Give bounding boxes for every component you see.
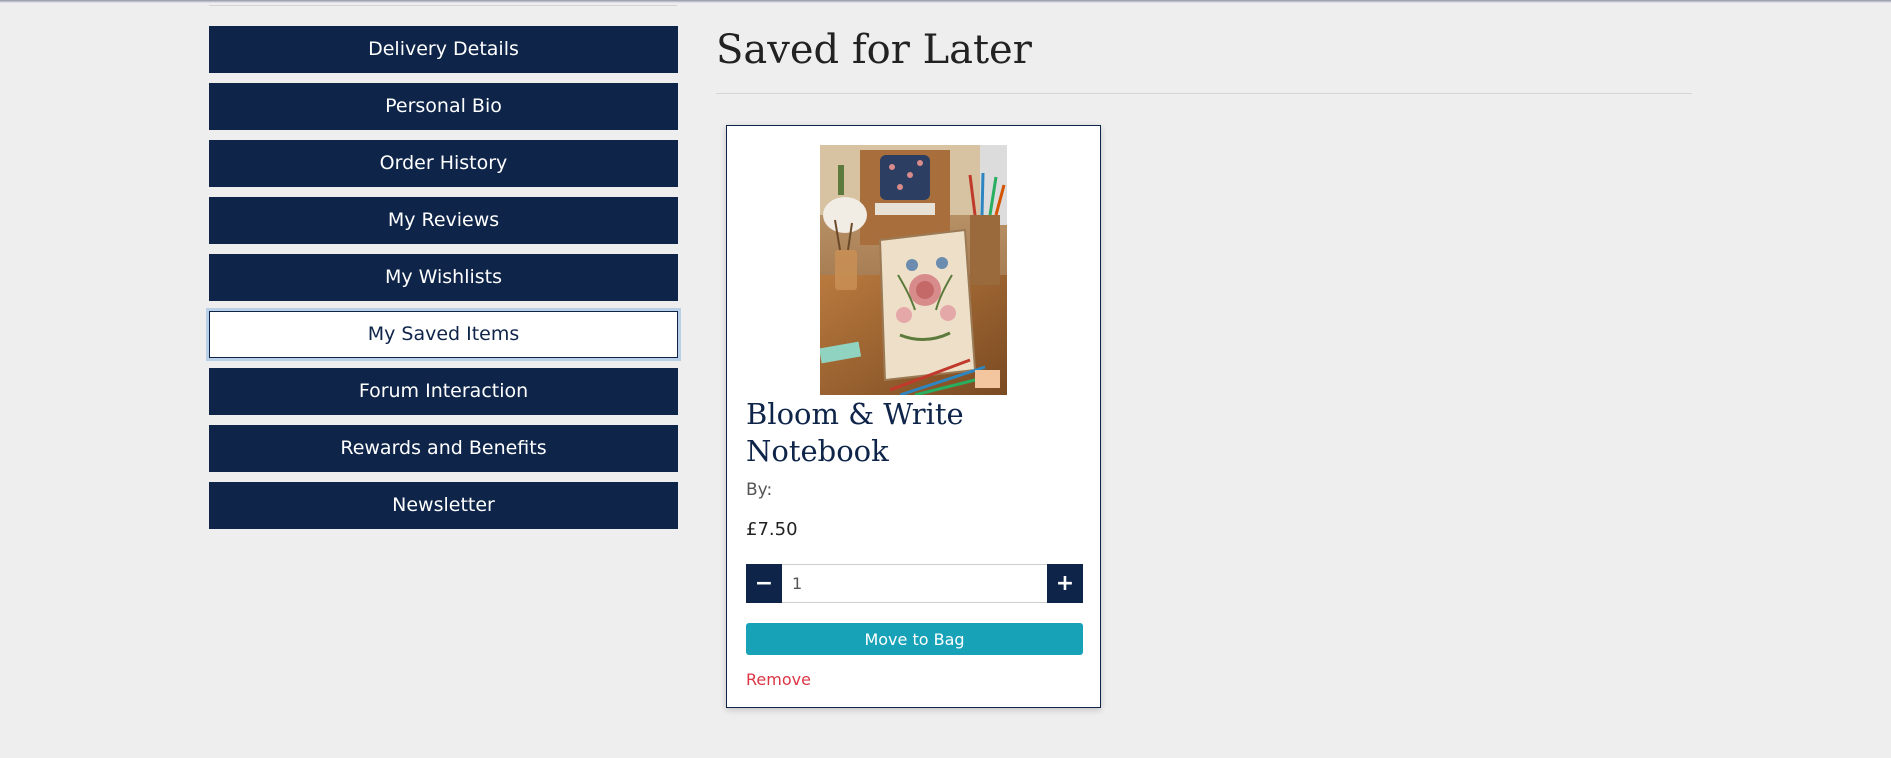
saved-item-card: Bloom & Write Notebook By: £7.50 − + Mov…	[726, 125, 1101, 708]
quantity-stepper: − +	[746, 564, 1083, 603]
minus-icon: −	[754, 571, 774, 596]
remove-link[interactable]: Remove	[746, 670, 811, 689]
top-divider	[209, 5, 677, 6]
decrement-button[interactable]: −	[746, 564, 782, 603]
sidebar-item-delivery-details[interactable]: Delivery Details	[209, 26, 678, 73]
product-price: £7.50	[746, 519, 798, 540]
sidebar-item-forum-interaction[interactable]: Forum Interaction	[209, 368, 678, 415]
move-to-bag-button[interactable]: Move to Bag	[746, 623, 1083, 655]
product-image[interactable]	[820, 145, 1007, 395]
account-sidebar: Delivery Details Personal Bio Order Hist…	[209, 26, 678, 539]
sidebar-item-my-reviews[interactable]: My Reviews	[209, 197, 678, 244]
plus-icon: +	[1055, 571, 1075, 596]
quantity-input[interactable]	[782, 564, 1047, 603]
increment-button[interactable]: +	[1047, 564, 1083, 603]
product-name[interactable]: Bloom & Write Notebook	[746, 396, 1046, 470]
product-author: By:	[746, 480, 773, 500]
sidebar-item-rewards-and-benefits[interactable]: Rewards and Benefits	[209, 425, 678, 472]
sidebar-item-newsletter[interactable]: Newsletter	[209, 482, 678, 529]
sidebar-item-my-saved-items[interactable]: My Saved Items	[209, 311, 678, 358]
sidebar-item-order-history[interactable]: Order History	[209, 140, 678, 187]
sidebar-item-my-wishlists[interactable]: My Wishlists	[209, 254, 678, 301]
sidebar-item-personal-bio[interactable]: Personal Bio	[209, 83, 678, 130]
top-shadow	[0, 0, 1891, 3]
page-title: Saved for Later	[716, 27, 1032, 73]
title-divider	[716, 93, 1692, 94]
